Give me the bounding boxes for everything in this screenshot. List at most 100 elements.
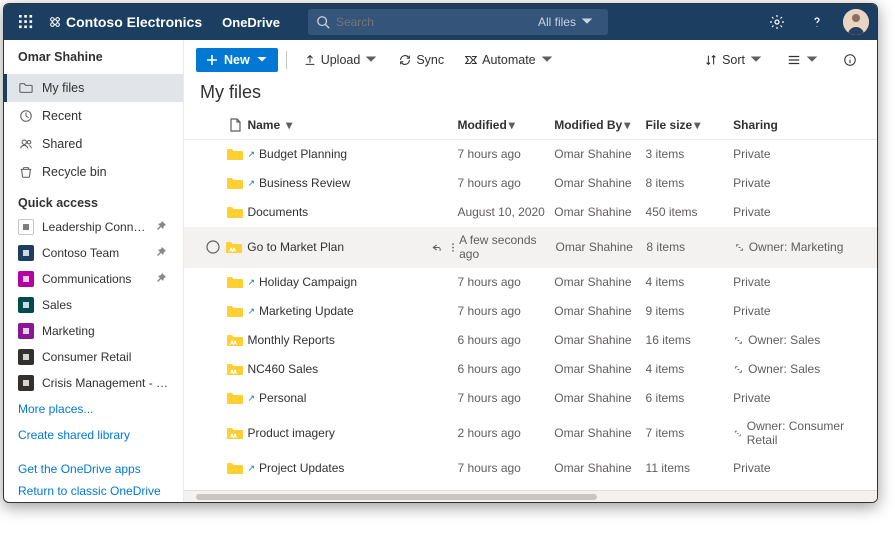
- automate-button[interactable]: Automate: [456, 48, 562, 72]
- site-icon: [18, 219, 34, 235]
- file-name[interactable]: ↗Personal: [247, 391, 430, 405]
- file-row[interactable]: ↗Holiday Campaign7 hours agoOmar Shahine…: [184, 268, 877, 297]
- pin-icon[interactable]: [155, 220, 169, 235]
- nav-recent[interactable]: Recent: [4, 102, 183, 130]
- sharing-column-header[interactable]: Sharing: [733, 118, 861, 132]
- file-name[interactable]: NC460 Sales: [247, 362, 430, 376]
- modified-cell: A few seconds ago: [459, 233, 555, 261]
- modified-cell: 7 hours ago: [457, 304, 554, 318]
- file-name[interactable]: ↗Budget Planning: [247, 147, 430, 161]
- file-row[interactable]: ↗Business Review7 hours agoOmar Shahine8…: [184, 169, 877, 198]
- file-name[interactable]: Product imagery: [247, 426, 430, 440]
- modified-cell: 2 hours ago: [457, 426, 554, 440]
- quick-access-item[interactable]: Leadership Connec...: [4, 214, 183, 240]
- nav-my-files[interactable]: My files: [4, 74, 183, 102]
- search-scope[interactable]: All files: [538, 15, 600, 29]
- more-icon[interactable]: [447, 241, 459, 254]
- size-cell: 16 items: [646, 333, 734, 347]
- folder-icon: [226, 390, 248, 406]
- create-shared-library-link[interactable]: Create shared library: [4, 422, 183, 448]
- quick-access-label: Marketing: [42, 324, 169, 338]
- folder-icon: [226, 361, 248, 377]
- quick-access-item[interactable]: Consumer Retail: [4, 344, 183, 370]
- link-icon: [733, 428, 743, 439]
- row-select[interactable]: [200, 239, 225, 255]
- file-row[interactable]: ↗Project Updates7 hours agoOmar Shahine1…: [184, 454, 877, 483]
- modified-by-cell: Omar Shahine: [556, 240, 647, 254]
- sidebar: Omar Shahine My files Recent Shared Recy…: [4, 40, 184, 502]
- quick-access-label: Sales: [42, 298, 169, 312]
- file-row[interactable]: Monthly Reports6 hours agoOmar Shahine16…: [184, 326, 877, 355]
- modified-cell: 7 hours ago: [457, 391, 554, 405]
- file-name[interactable]: ↗Holiday Campaign: [247, 275, 430, 289]
- info-icon: [843, 53, 857, 67]
- sort-button[interactable]: Sort: [696, 48, 771, 72]
- file-name[interactable]: Go to Market Plan: [247, 240, 429, 254]
- sharing-cell: Owner: Marketing: [734, 240, 861, 254]
- shared-badge-icon: ↗: [247, 178, 255, 189]
- folder-icon: [226, 425, 248, 441]
- upload-button[interactable]: Upload: [295, 48, 387, 72]
- quick-access-item[interactable]: Communications: [4, 266, 183, 292]
- search-box[interactable]: All files: [308, 9, 608, 35]
- settings-icon[interactable]: [763, 8, 791, 36]
- file-row[interactable]: ↗Budget Planning7 hours agoOmar Shahine3…: [184, 140, 877, 169]
- file-row[interactable]: DocumentsAugust 10, 2020Omar Shahine450 …: [184, 198, 877, 227]
- shared-badge-icon: ↗: [247, 277, 255, 288]
- file-size-column-header[interactable]: File size▾: [646, 118, 734, 132]
- sharing-cell: Private: [733, 147, 861, 161]
- size-cell: 11 items: [646, 461, 734, 475]
- shared-badge-icon: ↗: [247, 463, 255, 474]
- file-name[interactable]: ↗Business Review: [247, 176, 430, 190]
- quick-access-item[interactable]: Sales: [4, 292, 183, 318]
- file-type-column[interactable]: [226, 117, 248, 133]
- name-column-header[interactable]: Name▾: [247, 118, 430, 132]
- app-name[interactable]: OneDrive: [222, 15, 280, 30]
- search-icon: [316, 15, 330, 29]
- nav-recycle-bin[interactable]: Recycle bin: [4, 158, 183, 186]
- file-row[interactable]: Product imagery2 hours agoOmar Shahine7 …: [184, 413, 877, 454]
- pin-icon[interactable]: [155, 272, 169, 287]
- people-icon: [18, 136, 34, 152]
- file-name[interactable]: ↗Project Updates: [247, 461, 430, 475]
- classic-onedrive-link[interactable]: Return to classic OneDrive: [18, 480, 169, 502]
- file-row[interactable]: NC460 Sales6 hours agoOmar Shahine4 item…: [184, 355, 877, 384]
- file-row[interactable]: ↗Marketing Update 7 hours agoOmar Shahine…: [184, 297, 877, 326]
- modified-by-cell: Omar Shahine: [554, 426, 645, 440]
- get-apps-link[interactable]: Get the OneDrive apps: [18, 458, 169, 480]
- sharing-cell: Private: [733, 275, 861, 289]
- view-options-button[interactable]: [779, 48, 827, 72]
- quick-access-item[interactable]: Marketing: [4, 318, 183, 344]
- file-name[interactable]: Monthly Reports: [247, 333, 430, 347]
- file-row[interactable]: ↗Recordings7 hours agoOmar Shahine4 item…: [184, 483, 877, 490]
- modified-by-cell: Omar Shahine: [554, 304, 645, 318]
- info-button[interactable]: [835, 48, 865, 72]
- modified-by-column-header[interactable]: Modified By▾: [554, 118, 645, 132]
- modified-by-cell: Omar Shahine: [554, 391, 645, 405]
- horizontal-scrollbar[interactable]: [184, 490, 877, 502]
- modified-column-header[interactable]: Modified▾: [457, 118, 554, 132]
- sync-button[interactable]: Sync: [390, 48, 452, 72]
- pin-icon[interactable]: [155, 246, 169, 261]
- sharing-cell: Private: [733, 176, 861, 190]
- user-avatar[interactable]: [843, 9, 869, 35]
- scrollbar-thumb[interactable]: [196, 494, 597, 500]
- file-row[interactable]: ↗Personal7 hours agoOmar Shahine6 itemsP…: [184, 384, 877, 413]
- shared-badge-icon: ↗: [247, 149, 255, 160]
- size-cell: 3 items: [646, 147, 734, 161]
- file-name[interactable]: ↗Marketing Update: [247, 304, 430, 318]
- new-button[interactable]: New: [196, 48, 278, 72]
- clock-icon: [18, 108, 34, 124]
- nav-shared[interactable]: Shared: [4, 130, 183, 158]
- site-icon: [18, 375, 34, 391]
- file-name[interactable]: Documents: [247, 205, 430, 219]
- file-row[interactable]: Go to Market Plan A few seconds agoOmar S…: [184, 227, 877, 268]
- share-icon[interactable]: [429, 241, 441, 254]
- quick-access-item[interactable]: Crisis Management - Site ...: [4, 370, 183, 396]
- app-launcher-icon[interactable]: [12, 8, 40, 36]
- search-input[interactable]: [336, 15, 538, 29]
- more-places-link[interactable]: More places...: [4, 396, 183, 422]
- quick-access-item[interactable]: Contoso Team: [4, 240, 183, 266]
- help-icon[interactable]: [803, 8, 831, 36]
- org-name[interactable]: Contoso Electronics: [48, 14, 202, 30]
